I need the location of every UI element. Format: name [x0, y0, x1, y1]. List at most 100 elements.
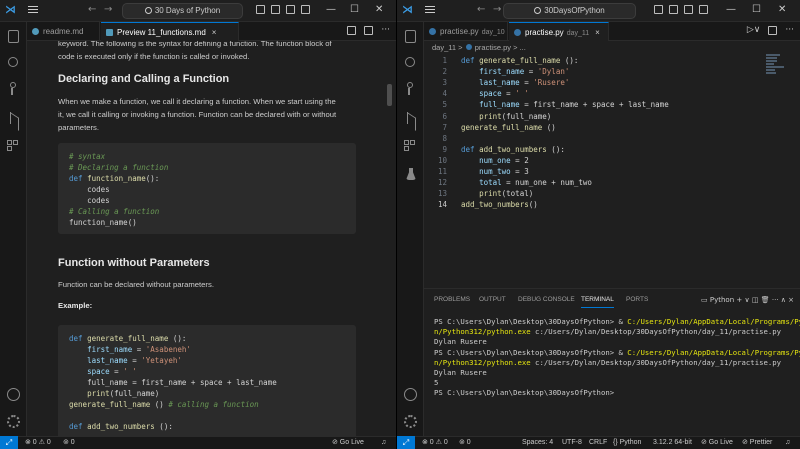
extensions-icon[interactable] [404, 140, 417, 153]
eol-status[interactable]: CRLF [589, 437, 607, 449]
open-source-icon[interactable] [347, 26, 357, 35]
explorer-icon[interactable] [8, 30, 19, 43]
tab-label: Preview 11_functions.md [117, 28, 206, 37]
more-actions-icon[interactable]: ··· [381, 26, 390, 35]
go-live-button[interactable]: ⊘ Go Live [701, 437, 733, 449]
menu-icon[interactable] [27, 4, 39, 16]
gear-icon[interactable] [404, 415, 417, 428]
split-terminal-icon[interactable]: ◫ [752, 296, 759, 304]
terminal-output[interactable]: PS C:\Users\Dylan\Desktop\30DaysOfPython… [434, 317, 800, 399]
split-editor-icon[interactable] [364, 26, 374, 35]
problems-status[interactable]: ⊗ 0 ⚠ 0 [422, 437, 448, 449]
command-center-search[interactable]: 30 Days of Python [122, 3, 243, 19]
indentation-status[interactable]: Spaces: 4 [522, 437, 553, 449]
testing-flask-icon[interactable] [406, 168, 416, 180]
customize-layout-icon[interactable] [699, 5, 708, 14]
window-title: 30DaysOfPython [544, 6, 605, 15]
kill-terminal-icon[interactable]: 🗑 [761, 296, 770, 304]
more-actions-icon[interactable]: ··· [785, 26, 794, 35]
title-bar: ⋊ ← → 30 Days of Python — ☐ ✕ [0, 0, 396, 22]
tab-ports[interactable]: PORTS [626, 293, 648, 307]
ports-status[interactable]: ⊚ 0 [459, 437, 471, 449]
tab-output[interactable]: OUTPUT [479, 293, 506, 307]
toggle-panel-icon[interactable] [669, 5, 678, 14]
extensions-icon[interactable] [7, 140, 20, 153]
command-center-search[interactable]: 30DaysOfPython [503, 3, 636, 19]
maximize-button[interactable]: ☐ [752, 2, 761, 18]
explorer-icon[interactable] [405, 30, 416, 43]
back-arrow-icon[interactable]: ← [88, 4, 96, 16]
customize-layout-icon[interactable] [301, 5, 310, 14]
toggle-sidebar-icon[interactable] [256, 5, 265, 14]
tab-readme[interactable]: readme.md [27, 22, 100, 41]
python-file-icon [465, 44, 472, 50]
go-live-button[interactable]: ⊘ Go Live [332, 437, 364, 449]
source-control-icon[interactable] [8, 82, 23, 97]
close-window-button[interactable]: ✕ [375, 2, 383, 18]
split-editor-icon[interactable] [768, 26, 778, 35]
terminal-icon: ▭ [701, 296, 708, 304]
notifications-icon[interactable]: ♫ [785, 437, 790, 449]
ports-status[interactable]: ⊚ 0 [63, 437, 75, 449]
tab-problems[interactable]: PROBLEMS [434, 293, 470, 307]
code-block-example: def generate_full_name (): first_name = … [58, 325, 356, 436]
tab-practise-day10[interactable]: practise.py day_10 [424, 22, 508, 41]
language-mode[interactable]: {} Python [613, 437, 641, 449]
tab-debug-console[interactable]: DEBUG CONSOLE [518, 293, 575, 307]
python-interpreter[interactable]: 3.12.2 64-bit [653, 437, 692, 449]
run-debug-icon[interactable] [10, 112, 11, 124]
python-file-icon [514, 29, 521, 36]
preview-scrollbar[interactable] [387, 84, 392, 106]
terminal-shell-label[interactable]: Python [710, 296, 734, 304]
account-icon[interactable] [7, 388, 20, 401]
close-panel-icon[interactable]: × [788, 296, 794, 304]
line-number: 8 [442, 133, 447, 143]
back-arrow-icon[interactable]: ← [477, 4, 485, 16]
minimize-button[interactable]: — [326, 2, 336, 18]
run-python-icon[interactable]: ▷∨ [747, 26, 761, 35]
source-control-icon[interactable] [405, 82, 420, 97]
minimap[interactable] [766, 54, 786, 84]
remote-indicator[interactable]: ⤢ [397, 436, 415, 449]
toggle-panel-icon[interactable] [271, 5, 280, 14]
problems-status[interactable]: ⊗ 0 ⚠ 0 [25, 437, 51, 449]
editor-actions: ··· [347, 26, 390, 35]
gear-icon[interactable] [7, 415, 20, 428]
line-number: 1 [442, 56, 447, 65]
search-view-icon[interactable] [405, 57, 415, 67]
minimize-button[interactable]: — [726, 2, 736, 18]
code-editor[interactable]: 1 def generate_full_name (): 2 first_name … [424, 54, 800, 284]
encoding-status[interactable]: UTF-8 [562, 437, 582, 449]
line-number: 2 [442, 67, 447, 77]
tab-terminal[interactable]: TERMINAL [581, 293, 614, 308]
forward-arrow-icon[interactable]: → [493, 4, 501, 16]
run-debug-icon[interactable] [407, 112, 408, 124]
close-tab-icon[interactable]: × [595, 28, 600, 37]
toggle-secondary-sidebar-icon[interactable] [684, 5, 693, 14]
breadcrumb-file[interactable]: practise.py [475, 43, 511, 52]
breadcrumb-symbol[interactable]: > ... [513, 43, 526, 52]
more-actions-icon[interactable]: ··· [772, 296, 779, 304]
maximize-button[interactable]: ☐ [350, 2, 359, 18]
remote-indicator[interactable]: ⤢ [0, 436, 18, 449]
paragraph-without-params: Function can be declared without paramet… [58, 280, 214, 289]
toggle-secondary-sidebar-icon[interactable] [286, 5, 295, 14]
terminal-dropdown-icon[interactable]: ∨ [745, 296, 750, 304]
code-line: print(full_name) [479, 111, 552, 121]
account-icon[interactable] [404, 388, 417, 401]
breadcrumb-folder[interactable]: day_11 [432, 43, 456, 52]
prettier-status[interactable]: ⊘ Prettier [742, 437, 772, 449]
forward-arrow-icon[interactable]: → [104, 4, 112, 16]
maximize-panel-icon[interactable]: ∧ [781, 296, 786, 304]
notifications-icon[interactable]: ♫ [381, 437, 386, 449]
menu-icon[interactable] [424, 4, 436, 16]
toggle-sidebar-icon[interactable] [654, 5, 663, 14]
close-window-button[interactable]: ✕ [778, 2, 786, 18]
code-line: full_name = first_name + space + last_na… [479, 100, 669, 110]
example-label: Example: [58, 301, 93, 310]
new-terminal-button[interactable]: + [736, 296, 742, 304]
close-tab-icon[interactable]: × [212, 28, 217, 37]
tab-preview-functions[interactable]: Preview 11_functions.md × [101, 22, 239, 41]
search-view-icon[interactable] [8, 57, 18, 67]
tab-practise-day11[interactable]: practise.py day_11 × [509, 22, 609, 41]
